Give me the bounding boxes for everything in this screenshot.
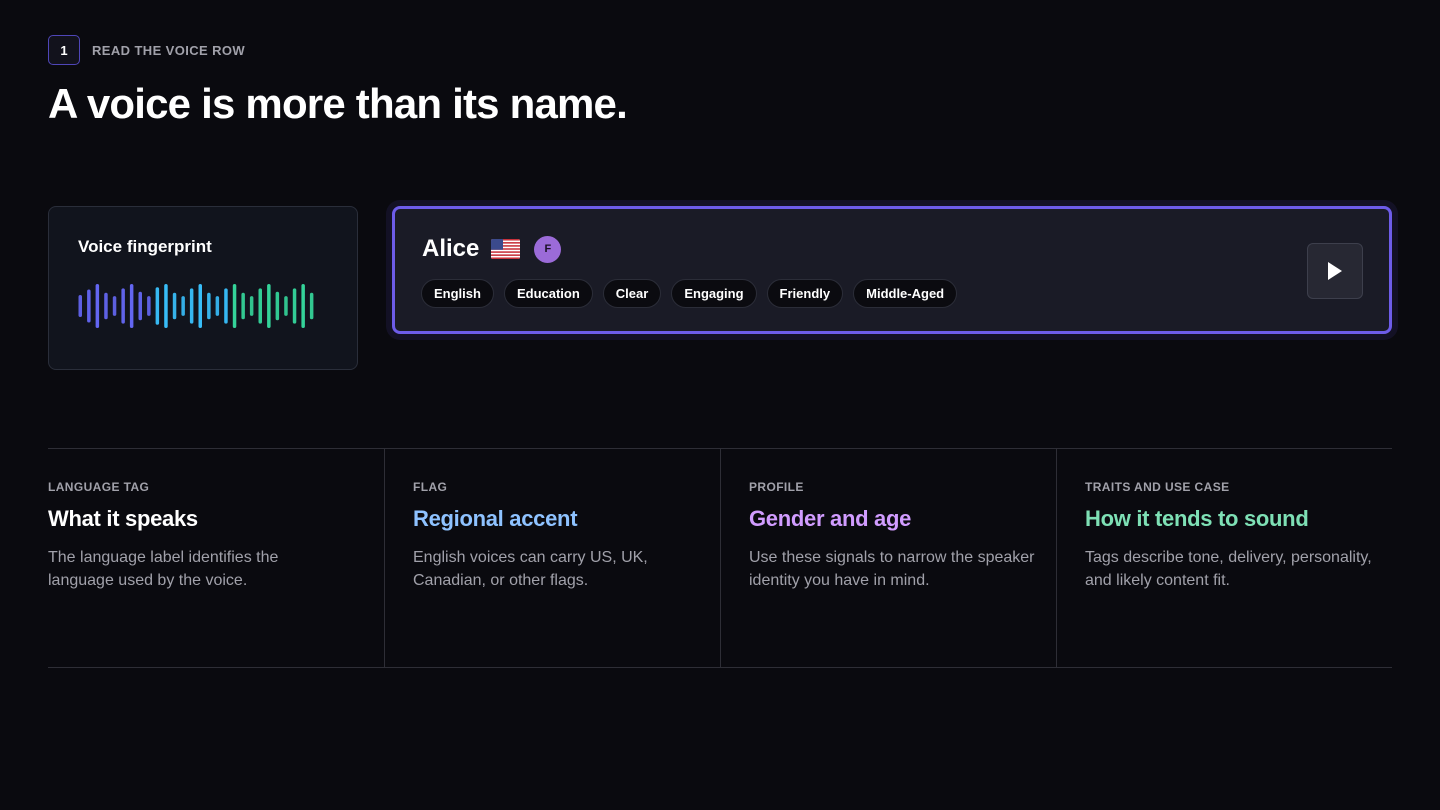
- fingerprint-title: Voice fingerprint: [78, 237, 212, 256]
- column-description: English voices can carry US, UK, Canadia…: [413, 549, 648, 589]
- column-description: Use these signals to narrow the speaker …: [749, 549, 1035, 589]
- column-flag: FLAG Regional accent English voices can …: [384, 449, 720, 667]
- waveform-bar: [129, 284, 134, 328]
- waveform-bar: [138, 291, 142, 321]
- column-title: How it tends to sound: [1085, 506, 1309, 531]
- waveform-bar: [147, 296, 151, 316]
- column-description: Tags describe tone, delivery, personalit…: [1085, 549, 1372, 589]
- voice-name: Alice: [422, 235, 480, 262]
- column-language: LANGUAGE TAG What it speaks The language…: [48, 449, 384, 667]
- waveform-bar: [155, 287, 160, 325]
- column-description: The language label identifies the langua…: [48, 549, 279, 589]
- voice-fingerprint-card: Voice fingerprint: [48, 206, 358, 370]
- step-label: READ THE VOICE ROW: [92, 42, 246, 58]
- tag-trait[interactable]: Engaging: [671, 279, 757, 308]
- waveform-bar: [292, 288, 297, 324]
- us-flag-icon: [491, 239, 521, 259]
- waveform-bar: [249, 296, 254, 316]
- gender-badge: F: [534, 235, 562, 263]
- waveform-bar: [164, 284, 168, 328]
- waveform-bar: [78, 295, 82, 317]
- step-number-badge: 1: [48, 35, 80, 65]
- voice-header: Alice F: [422, 235, 562, 263]
- waveform-bar: [87, 289, 91, 323]
- tag-trait[interactable]: Friendly: [766, 279, 844, 308]
- tag-use-case[interactable]: Education: [503, 279, 593, 308]
- voice-tags: English Education Clear Engaging Friendl…: [421, 279, 958, 308]
- column-label: FLAG: [413, 480, 448, 494]
- step-indicator: 1 READ THE VOICE ROW: [48, 35, 245, 65]
- waveform-bar: [267, 284, 271, 328]
- column-title: What it speaks: [48, 506, 198, 531]
- column-profile: PROFILE Gender and age Use these signals…: [720, 449, 1056, 667]
- voice-row-explainer: LANGUAGE TAG What it speaks The language…: [48, 448, 1392, 668]
- waveform-bar: [181, 296, 185, 316]
- waveform-bar: [189, 288, 194, 324]
- play-icon: [1328, 262, 1342, 280]
- column-title: Gender and age: [749, 506, 912, 531]
- waveform-bar: [275, 291, 280, 321]
- tag-age[interactable]: Middle-Aged: [853, 279, 958, 308]
- waveform-bar: [258, 288, 262, 324]
- waveform-bar: [104, 292, 108, 320]
- waveform-bar: [241, 292, 245, 320]
- waveform-bar: [215, 296, 220, 316]
- column-traits: TRAITS AND USE CASE How it tends to soun…: [1056, 449, 1392, 667]
- waveform-bar: [232, 284, 237, 328]
- waveform-bar: [309, 292, 314, 320]
- play-button[interactable]: [1307, 243, 1363, 299]
- column-title: Regional accent: [413, 506, 578, 531]
- waveform-icon: [78, 284, 314, 328]
- waveform-bar: [172, 292, 177, 320]
- tag-trait[interactable]: Clear: [602, 279, 662, 308]
- waveform-bar: [198, 284, 202, 328]
- waveform-bar: [224, 288, 228, 324]
- column-label: LANGUAGE TAG: [48, 480, 150, 494]
- waveform-bar: [112, 296, 117, 316]
- waveform-bar: [95, 284, 100, 328]
- waveform-bar: [207, 292, 211, 320]
- column-label: TRAITS AND USE CASE: [1085, 480, 1230, 494]
- waveform-bar: [121, 288, 125, 324]
- waveform-bar: [284, 296, 288, 316]
- waveform-bar: [301, 284, 305, 328]
- page-title: A voice is more than its name.: [48, 80, 628, 127]
- voice-row[interactable]: Alice F English Education Clear Engaging…: [392, 206, 1392, 334]
- column-label: PROFILE: [749, 480, 804, 494]
- tag-language[interactable]: English: [421, 279, 494, 308]
